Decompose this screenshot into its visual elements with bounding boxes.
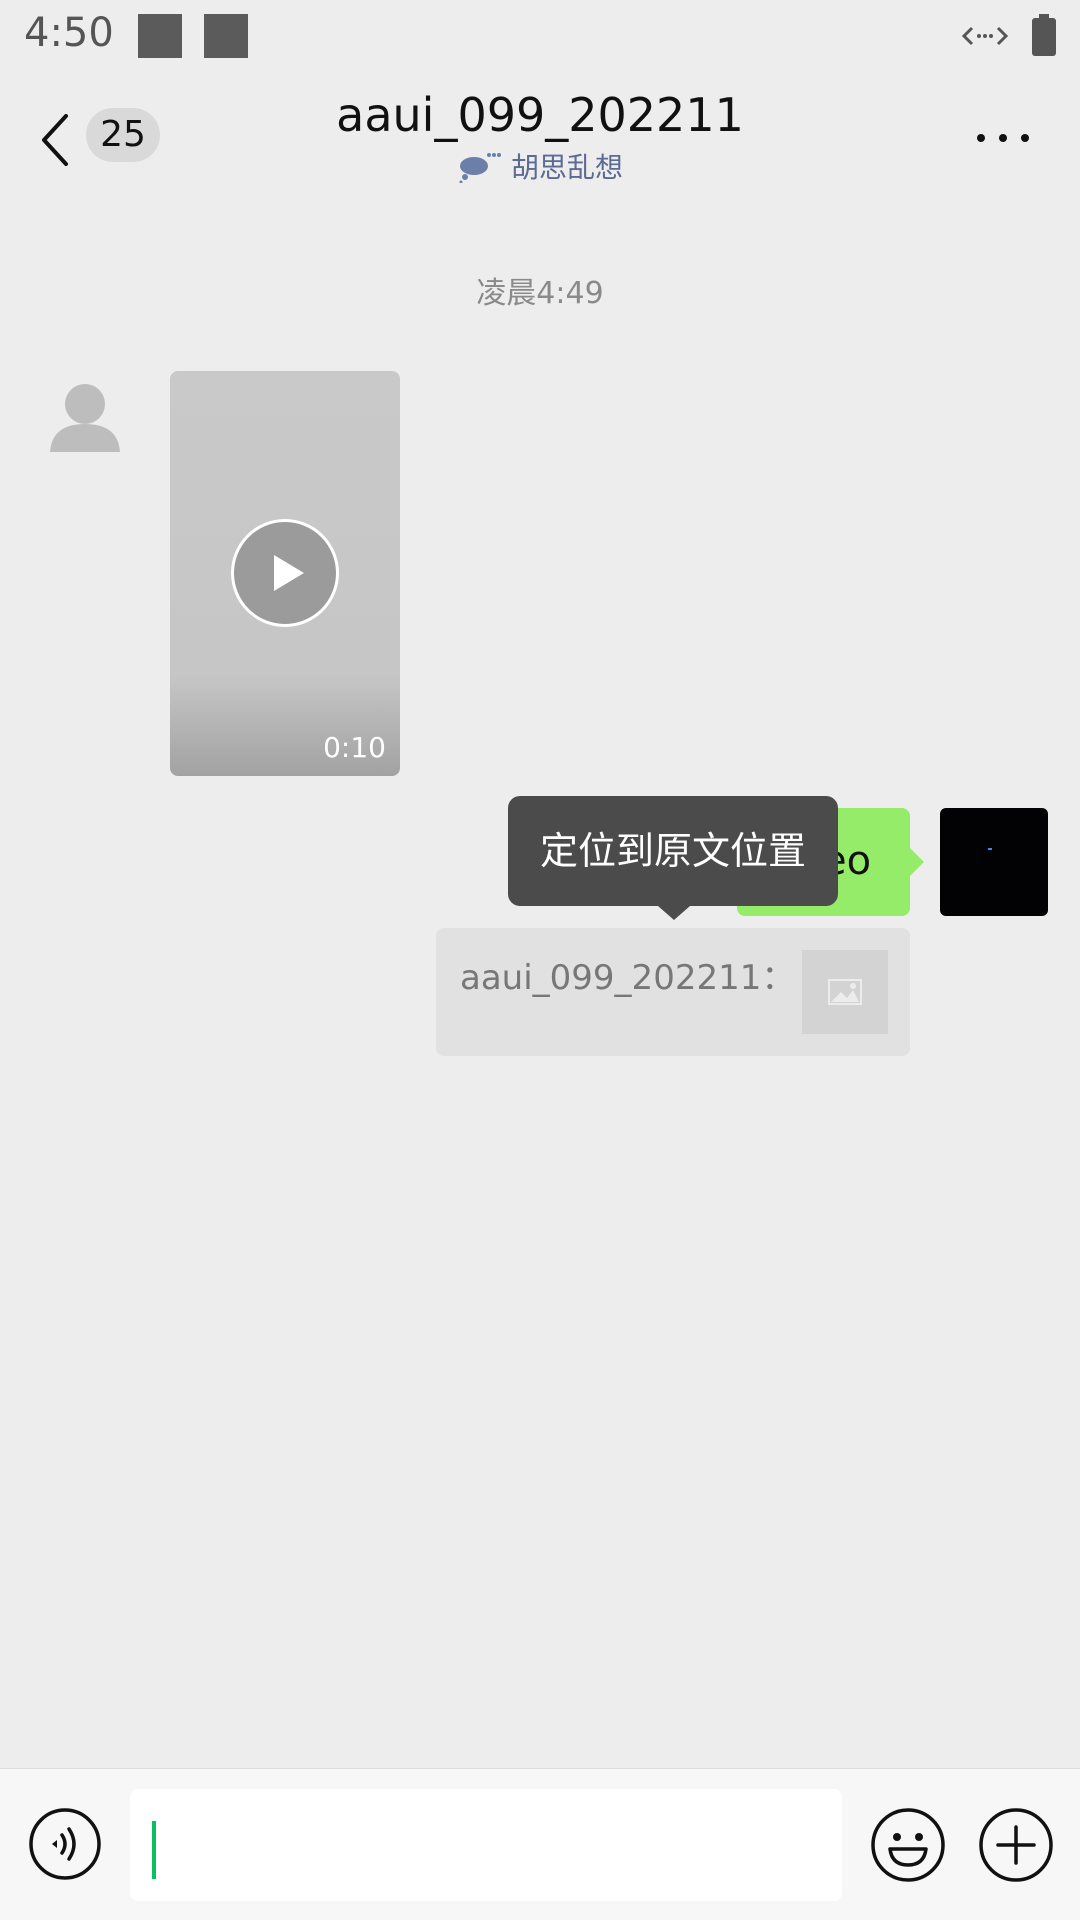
status-time: 4:50: [24, 10, 114, 56]
contact-avatar[interactable]: [40, 372, 130, 462]
message-input[interactable]: [130, 1789, 842, 1901]
notification-icon: [204, 14, 248, 58]
input-bar: [0, 1768, 1080, 1920]
chat-screen: 4:50 25 aaui_099_202211 胡思乱想 凌晨4:49 0:10…: [0, 0, 1080, 1920]
battery-icon: [1032, 14, 1056, 56]
message-timestamp: 凌晨4:49: [476, 276, 604, 311]
play-icon[interactable]: [231, 519, 339, 627]
video-message[interactable]: 0:10: [170, 371, 400, 776]
quote-thumbnail: [802, 950, 888, 1034]
bubble-tail: [908, 846, 924, 878]
unread-count-badge[interactable]: 25: [86, 108, 160, 162]
image-icon: [828, 979, 862, 1005]
data-sync-icon: [962, 26, 1008, 46]
chat-header: 25 aaui_099_202211 胡思乱想: [0, 76, 1080, 206]
voice-icon[interactable]: [28, 1807, 102, 1881]
thought-bubble-icon: [459, 153, 501, 183]
emoji-icon[interactable]: [870, 1807, 946, 1883]
quote-reference-card[interactable]: aaui_099_202211：: [436, 928, 910, 1056]
chevron-left-icon[interactable]: [36, 110, 76, 170]
locate-original-tooltip[interactable]: 定位到原文位置: [508, 796, 838, 906]
quote-sender: aaui_099_202211：: [460, 958, 796, 998]
contact-status: 胡思乱想: [340, 144, 740, 188]
more-dots-icon[interactable]: [976, 128, 1030, 148]
plus-icon[interactable]: [978, 1807, 1054, 1883]
my-avatar[interactable]: [940, 808, 1048, 916]
status-text: 胡思乱想: [510, 151, 623, 184]
text-cursor: [152, 1821, 156, 1879]
status-bar: 4:50: [0, 0, 1080, 76]
chat-title: aaui_099_202211: [336, 88, 744, 142]
notification-icon: [138, 14, 182, 58]
tooltip-arrow: [658, 906, 690, 920]
video-duration: 0:10: [323, 731, 386, 764]
